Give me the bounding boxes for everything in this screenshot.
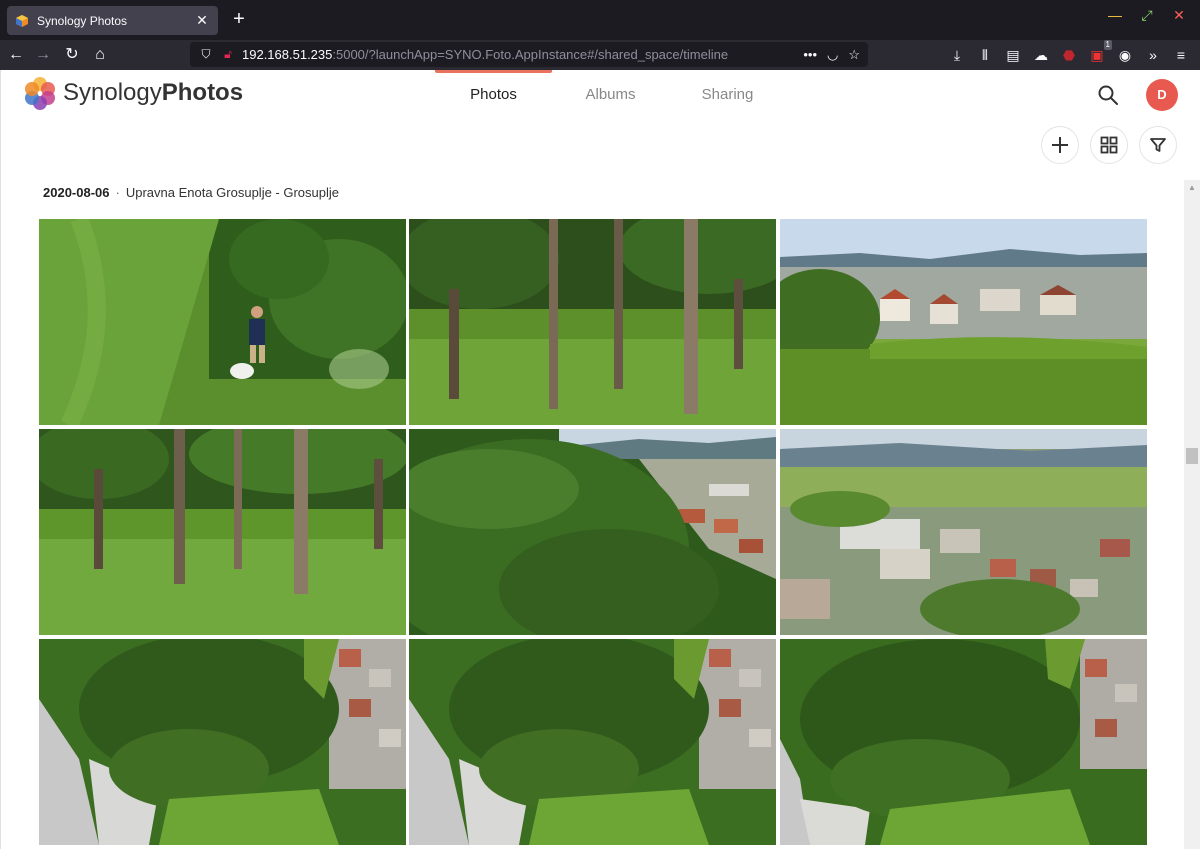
new-tab-plus-icon[interactable]: + [229,9,249,29]
photo-thumbnail[interactable] [780,429,1147,635]
scroll-up-arrow-icon[interactable]: ▲ [1184,180,1200,196]
synology-photos-app: Synology Photos Photos Albums Sharing D … [0,70,1200,849]
cloud-icon[interactable]: ☁ [1032,45,1050,65]
page-scrollbar[interactable]: ▲ [1184,180,1200,849]
tab-albums[interactable]: Albums [552,70,669,118]
shield-icon[interactable]: ⛉ [198,47,214,62]
search-icon[interactable] [1097,84,1119,106]
overflow-chevron-icon[interactable]: » [1144,45,1162,65]
browser-nav-bar: ← → ↻ ⌂ ⛉ 🔓︎ 192.168.51.235:5000/?launch… [0,40,1200,70]
grid-view-icon [1100,136,1118,154]
photo-thumbnail[interactable] [39,219,406,425]
close-window-icon[interactable]: ✕ [1172,6,1186,24]
forward-arrow-icon[interactable]: → [33,45,53,65]
view-mode-button[interactable] [1090,126,1128,164]
timeline-date: 2020-08-06 [43,185,110,200]
app-tabs: Photos Albums Sharing [435,70,786,118]
photo-thumbnail[interactable] [409,639,776,845]
home-icon[interactable]: ⌂ [90,45,110,65]
header-separator: · [115,185,120,200]
filter-button[interactable] [1139,126,1177,164]
timeline-date-header: 2020-08-06 · Upravna Enota Grosuplje - G… [43,185,339,200]
insecure-lock-icon[interactable]: 🔓︎ [220,47,236,62]
browser-toolbar: ⤓ ⫴ ▤ ☁ ⬣ ▣ 1 ◉ » ≡ [948,40,1190,65]
photo-thumbnail[interactable] [409,429,776,635]
extension-icon[interactable]: ▣ 1 [1088,40,1112,65]
logo-text-synology: Synology [63,79,162,106]
photo-grid [39,219,1147,849]
download-icon[interactable]: ⤓ [948,45,966,65]
pocket-icon[interactable]: ◡ [827,47,838,63]
url-bar[interactable]: ⛉ 🔓︎ 192.168.51.235:5000/?launchApp=SYNO… [190,42,868,67]
add-button[interactable] [1041,126,1079,164]
extension-badge: 1 [1103,40,1112,50]
minimize-icon[interactable]: — [1108,6,1122,24]
ublock-icon[interactable]: ⬣ [1060,45,1078,65]
user-avatar[interactable]: D [1146,79,1178,111]
reload-icon[interactable]: ↻ [62,45,82,65]
photo-thumbnail[interactable] [39,639,406,845]
synology-photos-logo-icon [25,77,55,110]
timeline-location[interactable]: Upravna Enota Grosuplje - Grosuplje [126,185,339,200]
photo-thumbnail[interactable] [780,639,1147,845]
tab-photos[interactable]: Photos [435,70,552,118]
url-text[interactable]: 192.168.51.235:5000/?launchApp=SYNO.Foto… [242,47,803,62]
photo-thumbnail[interactable] [409,219,776,425]
filter-icon [1150,138,1166,152]
maximize-icon[interactable]: ⤢ [1140,6,1154,24]
window-controls: — ⤢ ✕ [1108,6,1186,24]
back-arrow-icon[interactable]: ← [6,45,26,65]
tab-title: Synology Photos [37,13,128,28]
page-actions-icon[interactable]: ••• [803,47,817,63]
profile-extension-icon[interactable]: ◉ [1116,45,1134,65]
url-host: 192.168.51.235 [242,47,333,62]
bookmark-star-icon[interactable]: ☆ [848,47,860,63]
tab-sharing[interactable]: Sharing [669,70,786,118]
logo-text-photos: Photos [161,79,244,106]
sidebar-icon[interactable]: ▤ [1004,45,1022,65]
tab-close-icon[interactable]: ✕ [194,12,210,29]
plus-icon [1052,137,1068,153]
browser-tab-bar: Synology Photos ✕ + — ⤢ ✕ [0,0,1200,40]
browser-tab[interactable]: Synology Photos ✕ [7,6,218,35]
library-icon[interactable]: ⫴ [976,45,994,65]
synology-favicon-icon [16,14,28,27]
photo-thumbnail[interactable] [780,219,1147,425]
app-logo[interactable]: Synology Photos [23,76,243,110]
photo-thumbnail[interactable] [39,429,406,635]
menu-hamburger-icon[interactable]: ≡ [1172,45,1190,65]
scroll-thumb[interactable] [1186,448,1198,464]
url-path: :5000/?launchApp=SYNO.Foto.AppInstance#/… [332,47,729,62]
